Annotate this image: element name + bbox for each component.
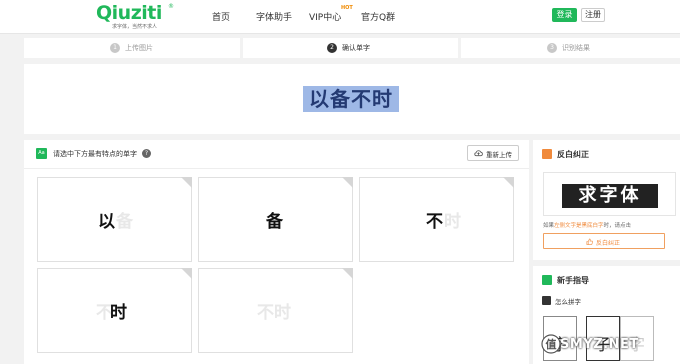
watermark-logo-icon: 值 — [541, 334, 561, 354]
watermark: SMYZ.NET — [560, 337, 639, 352]
invert-title: 反白纠正 — [557, 150, 589, 159]
char-select-panel: Aa 请选中下方最有特点的单字 ? 重新上传 以 备 备 不 时 不 时 不时 — [24, 140, 529, 364]
step-label: 上传图片 — [125, 44, 153, 52]
panel-header: Aa 请选中下方最有特点的单字 ? 重新上传 — [24, 140, 529, 169]
char-card[interactable]: 不时 — [198, 268, 353, 353]
step-label: 识别结果 — [562, 44, 590, 52]
char-ghost: 不时 — [257, 303, 291, 323]
guide-title: 新手指导 — [557, 276, 589, 285]
char-glyph: 以 — [98, 212, 115, 232]
preview-text: 以备不时 — [303, 86, 399, 112]
reupload-label: 重新上传 — [486, 151, 512, 159]
char-card[interactable]: 备 — [198, 177, 353, 262]
svg-text:值: 值 — [546, 337, 557, 351]
step-number: 1 — [110, 43, 120, 53]
invert-correction-label: 反白纠正 — [596, 240, 621, 247]
help-icon[interactable]: ? — [142, 149, 151, 158]
step-upload: 1 上传图片 — [24, 38, 240, 58]
invert-sample-text: 求字体 — [562, 184, 658, 208]
nav-qq-group[interactable]: 官方Q群 — [361, 10, 395, 23]
logo-slogan: 求字体，当然不求人 — [112, 24, 158, 30]
card-corner — [342, 177, 353, 188]
logo-registered-mark: ® — [168, 3, 174, 10]
card-corner — [181, 268, 192, 279]
note-prefix: 如果 — [543, 223, 555, 229]
char-ghost: 备 — [116, 212, 133, 232]
char-glyph: 时 — [110, 303, 127, 323]
guide-subtitle: 怎么拼字 — [555, 298, 581, 306]
step-number: 3 — [547, 43, 557, 53]
card-corner — [342, 268, 353, 279]
step-label: 确认单字 — [342, 44, 370, 52]
step-confirm: 2 确认单字 — [243, 38, 458, 58]
char-card[interactable]: 不 时 — [37, 268, 192, 353]
hot-badge: HOT — [341, 5, 353, 11]
step-number: 2 — [327, 43, 337, 53]
char-glyph: 备 — [266, 212, 283, 232]
char-card[interactable]: 以 备 — [37, 177, 192, 262]
note-highlight: 左侧文字是黑底白字 — [554, 223, 604, 229]
invert-icon — [542, 149, 552, 159]
char-card[interactable]: 不 时 — [359, 177, 514, 262]
guide-icon — [542, 275, 552, 285]
logo[interactable]: Qiuziti ® 求字体，当然不求人 — [96, 2, 176, 32]
nav-home[interactable]: 首页 — [212, 10, 230, 23]
reupload-button[interactable]: 重新上传 — [467, 145, 519, 161]
register-button[interactable]: 注册 — [581, 8, 605, 22]
invert-correction-box: 反白纠正 求字体 如果左侧文字是黑底白字时，请点击 反白纠正 — [533, 140, 680, 260]
cloud-upload-icon — [474, 150, 483, 157]
invert-note: 如果左侧文字是黑底白字时，请点击 — [543, 221, 631, 229]
top-nav: Qiuziti ® 求字体，当然不求人 首页 字体助手 VIP中心 HOT 官方… — [0, 0, 680, 34]
char-glyph: 不 — [426, 212, 443, 232]
note-suffix: 时，请点击 — [603, 223, 632, 229]
invert-correction-button[interactable]: 反白纠正 — [543, 233, 665, 249]
invert-sample: 求字体 — [543, 172, 676, 216]
puzzle-icon — [542, 296, 551, 305]
font-aa-icon: Aa — [36, 148, 47, 159]
nav-font-assistant[interactable]: 字体助手 — [256, 10, 292, 23]
nav-vip-center[interactable]: VIP中心 — [309, 10, 341, 23]
panel-title: 请选中下方最有特点的单字 — [53, 150, 137, 158]
logo-text: Qiuziti — [96, 2, 162, 24]
step-result: 3 识别结果 — [461, 38, 680, 58]
char-ghost: 时 — [444, 212, 461, 232]
step-indicator: 1 上传图片 2 确认单字 3 识别结果 — [24, 38, 680, 58]
card-corner — [181, 177, 192, 188]
login-button[interactable]: 登录 — [552, 8, 577, 22]
card-corner — [503, 177, 514, 188]
thumb-icon — [586, 238, 593, 245]
